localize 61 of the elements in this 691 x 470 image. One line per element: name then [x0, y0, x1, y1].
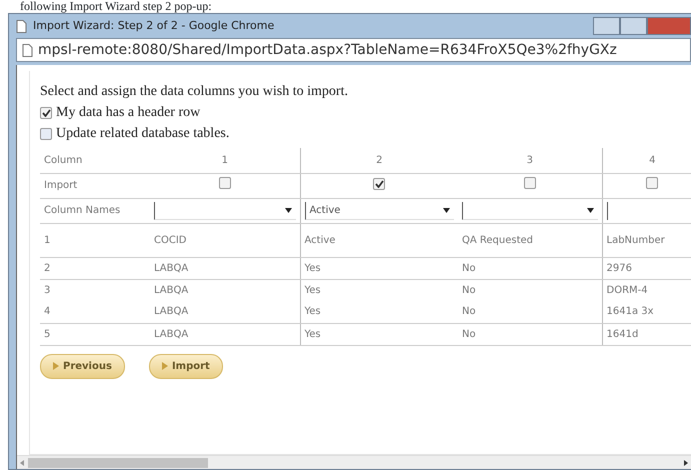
page-icon — [16, 20, 27, 32]
table-cell: COCID — [154, 234, 186, 246]
checkbox[interactable] — [524, 177, 536, 189]
row-label: Import — [44, 180, 78, 191]
wizard-button[interactable]: Previous — [40, 354, 125, 378]
scroll-thumb[interactable] — [28, 458, 208, 468]
table-cell: 1641d — [606, 328, 638, 340]
wizard-button[interactable]: Import — [148, 354, 223, 378]
table-cell: No — [462, 284, 476, 296]
checkbox[interactable] — [373, 178, 386, 190]
caret-icon — [284, 208, 292, 212]
column-dropdown[interactable]: Active — [304, 202, 454, 220]
column-number: 4 — [649, 154, 656, 166]
maximize-button[interactable] — [620, 17, 647, 35]
checkbox[interactable] — [40, 128, 52, 140]
column-number: 1 — [222, 154, 228, 166]
url-text: mpsl-remote:8080/Shared/ImportData.aspx?TableName=R634FroX5Qe3%2fhyGXz — [38, 40, 617, 60]
scroll-right-icon — [684, 460, 688, 466]
row-label: Column — [44, 154, 82, 166]
table-cell: 5 — [44, 328, 50, 340]
scroll-left-icon — [20, 460, 24, 466]
column-number: 2 — [376, 154, 382, 166]
table-cell: QA Requested — [462, 234, 534, 246]
table-cell: Yes — [304, 328, 321, 340]
page-icon — [22, 44, 33, 56]
checkbox-label: My data has a header row — [56, 104, 200, 122]
table-cell: Yes — [304, 306, 321, 318]
table-cell: LABQA — [154, 328, 188, 340]
table-cell: No — [462, 328, 476, 340]
table-cell: 4 — [44, 306, 50, 318]
row-label: Column Names — [44, 205, 120, 216]
table-cell: 2976 — [606, 262, 632, 274]
table-cell: DORM-4 — [606, 284, 648, 296]
checkbox-label: Update related database tables. — [56, 125, 230, 143]
table-cell: 3 — [44, 284, 50, 296]
table-cell: LABQA — [154, 262, 188, 274]
caret-icon — [443, 208, 450, 212]
column-number: 3 — [526, 154, 533, 166]
table-cell: 2 — [44, 262, 50, 274]
play-icon — [162, 362, 168, 370]
checkbox[interactable] — [646, 177, 658, 189]
table-cell: 1 — [44, 234, 50, 246]
table-cell: No — [462, 306, 476, 318]
table-cell: LABQA — [154, 284, 188, 296]
checkbox[interactable] — [218, 177, 231, 189]
table-cell: Yes — [304, 262, 321, 274]
table-cell: LabNumber — [606, 234, 665, 246]
checkbox[interactable] — [40, 106, 52, 118]
window-title: Import Wizard: Step 2 of 2 - Google Chrome — [33, 18, 274, 34]
horizontal-scrollbar[interactable] — [17, 455, 691, 469]
table-cell: No — [462, 262, 476, 274]
caret-icon — [586, 208, 594, 212]
play-icon — [53, 362, 59, 370]
table-cell: 1641a 3x — [606, 306, 654, 318]
caption-text: following Import Wizard step 2 pop-up: — [19, 0, 213, 13]
instruction-text: Select and assign the data columns you wish to import. — [40, 83, 349, 101]
table-cell: LABQA — [154, 306, 188, 318]
address-bar[interactable]: mpsl-remote:8080/Shared/ImportData.aspx?TableName=R634FroX5Qe3%2fhyGXz — [16, 38, 691, 62]
table-cell: Active — [304, 234, 336, 246]
table-cell: Yes — [304, 284, 321, 296]
minimize-button[interactable] — [593, 17, 620, 35]
